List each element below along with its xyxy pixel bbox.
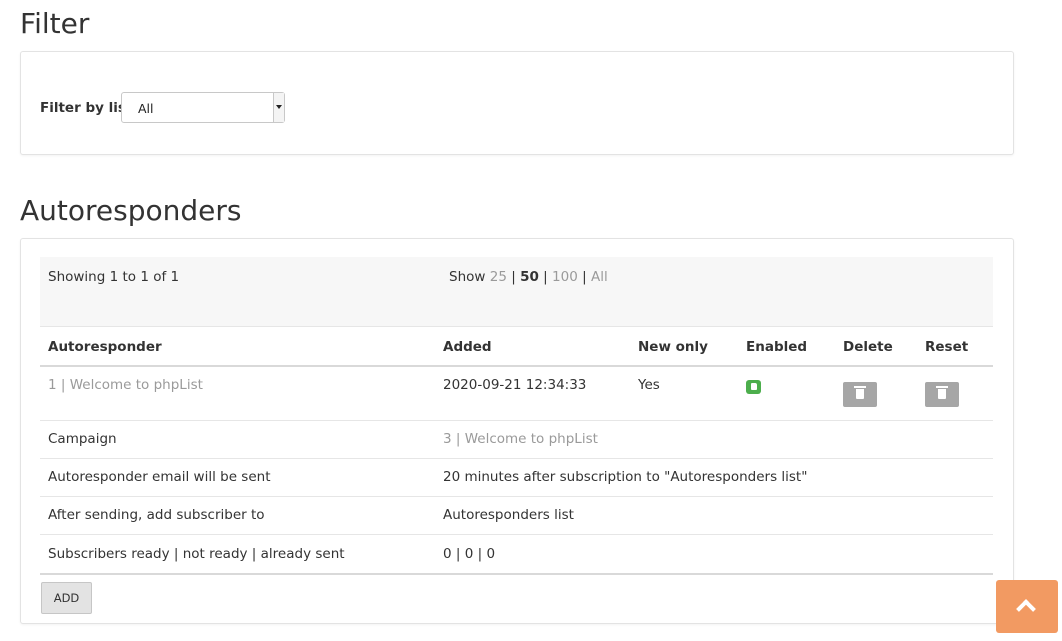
col-added[interactable]: Added [443, 339, 492, 355]
scroll-to-top-button[interactable] [996, 580, 1058, 633]
autoresponders-panel: Showing 1 to 1 of 1 Show 25 | 50 | 100 |… [20, 238, 1014, 624]
campaign-link[interactable]: 3 | Welcome to phpList [443, 431, 598, 447]
show-label: Show [449, 269, 486, 285]
added-date: 2020-09-21 12:34:33 [443, 377, 587, 393]
detail-value: 0 | 0 | 0 [443, 546, 496, 562]
page-size-selector: Show 25 | 50 | 100 | All [449, 269, 608, 285]
add-button[interactable]: ADD [41, 582, 92, 614]
new-only-value: Yes [638, 377, 660, 393]
col-delete: Delete [843, 339, 893, 355]
show-all-link[interactable]: All [591, 269, 608, 285]
autoresponder-link[interactable]: 1 | Welcome to phpList [48, 377, 203, 393]
delete-button[interactable] [843, 382, 877, 407]
filter-by-list-label: Filter by list [40, 100, 133, 116]
detail-row-subscribers: Subscribers ready | not ready | already … [40, 535, 993, 575]
filter-list-select[interactable]: All [121, 92, 285, 123]
thumbs-up-icon[interactable] [746, 380, 761, 394]
show-25-link[interactable]: 25 [490, 269, 507, 285]
detail-label: Subscribers ready | not ready | already … [48, 546, 345, 562]
showing-count: Showing 1 to 1 of 1 [48, 269, 180, 285]
show-50-active: 50 [520, 269, 539, 285]
detail-label: Autoresponder email will be sent [48, 469, 271, 485]
detail-value: 20 minutes after subscription to "Autore… [443, 469, 808, 485]
table-header: Autoresponder Added New only Enabled Del… [40, 327, 993, 367]
show-100-link[interactable]: 100 [552, 269, 578, 285]
trash-icon [854, 386, 866, 399]
filter-list-selected: All [138, 101, 154, 116]
detail-row-send-time: Autoresponder email will be sent 20 minu… [40, 459, 993, 497]
filter-title: Filter [20, 7, 90, 40]
pagination-bar: Showing 1 to 1 of 1 Show 25 | 50 | 100 |… [40, 257, 993, 327]
trash-icon [936, 386, 948, 399]
table-row: 1 | Welcome to phpList 2020-09-21 12:34:… [40, 367, 993, 421]
autoresponders-title: Autoresponders [20, 194, 242, 227]
col-reset: Reset [925, 339, 969, 355]
detail-label: Campaign [48, 431, 117, 447]
detail-value: Autoresponders list [443, 507, 574, 523]
caret-down-icon [273, 93, 284, 122]
col-enabled[interactable]: Enabled [746, 339, 807, 355]
detail-row-campaign: Campaign 3 | Welcome to phpList [40, 421, 993, 459]
col-new-only[interactable]: New only [638, 339, 708, 355]
reset-button[interactable] [925, 382, 959, 407]
detail-row-add-subscriber: After sending, add subscriber to Autores… [40, 497, 993, 535]
filter-panel: Filter by list All [20, 51, 1014, 155]
detail-label: After sending, add subscriber to [48, 507, 265, 523]
col-autoresponder[interactable]: Autoresponder [48, 339, 162, 355]
